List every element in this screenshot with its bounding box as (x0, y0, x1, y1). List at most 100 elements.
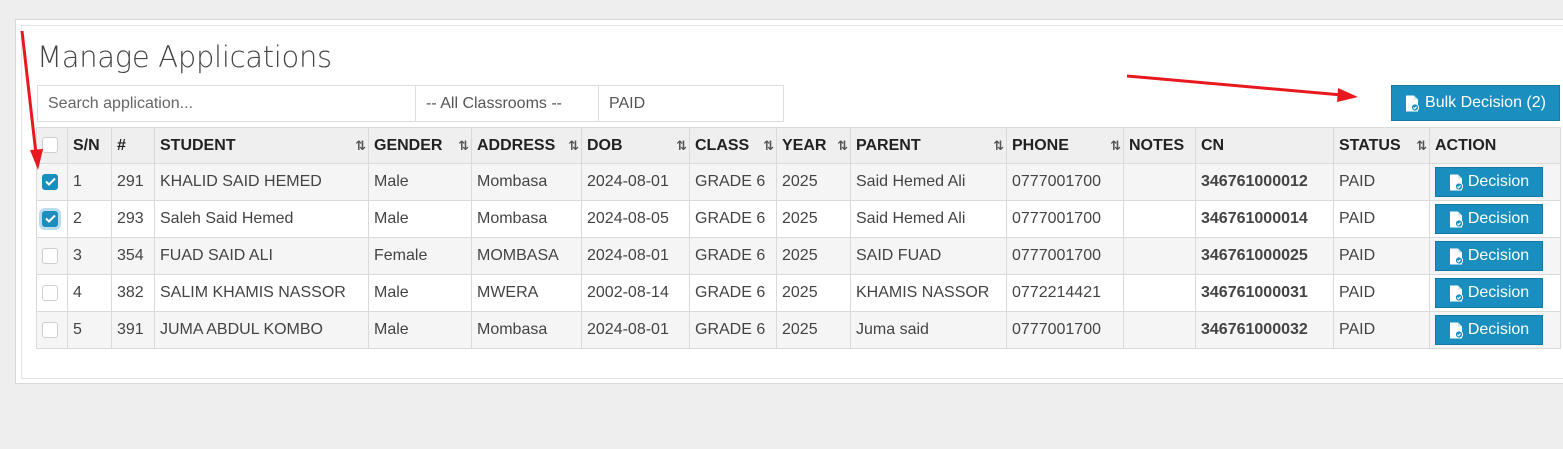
cell-dob: 2002-08-14 (581, 274, 690, 312)
column-header-year[interactable]: YEAR ⇅ (776, 127, 851, 164)
sort-arrows-icon[interactable]: ⇅ (355, 138, 366, 154)
column-header-label: PHONE (1012, 136, 1069, 154)
bulk-decision-button[interactable]: Bulk Decision (2) (1391, 85, 1560, 121)
document-check-icon (1449, 211, 1463, 228)
row-checkbox[interactable] (42, 247, 58, 264)
sort-arrows-icon[interactable]: ⇅ (676, 138, 687, 154)
table-row: 2 293 Saleh Said Hemed Male Mombasa 2024-08-0… (36, 200, 1561, 238)
row-checkbox[interactable] (42, 321, 58, 338)
status-filter-value: PAID (609, 94, 646, 112)
document-check-icon (1449, 248, 1463, 265)
row-checkbox[interactable] (42, 210, 58, 227)
cell-cn: 346761000014 (1195, 200, 1334, 238)
column-header-status[interactable]: STATUS ⇅ (1333, 127, 1430, 164)
row-checkbox[interactable] (42, 173, 58, 190)
sort-arrows-icon[interactable]: ⇅ (568, 138, 579, 154)
filter-bar: -- All Classrooms -- PAID (37, 85, 784, 122)
column-header-action: ACTION (1429, 127, 1561, 164)
cell-sn: 5 (67, 311, 112, 349)
cell-select (36, 274, 68, 312)
sort-arrows-icon[interactable]: ⇅ (763, 138, 774, 154)
sort-arrows-icon[interactable]: ⇅ (458, 138, 469, 154)
cell-action: Decision (1429, 311, 1561, 349)
cell-cn: 346761000012 (1195, 163, 1334, 201)
cell-notes (1123, 163, 1196, 201)
cell-class: GRADE 6 (689, 237, 777, 275)
cell-sn: 1 (67, 163, 112, 201)
cell-sn: 4 (67, 274, 112, 312)
column-header-label: S/N (73, 136, 100, 154)
column-header-label: GENDER (374, 136, 443, 154)
select-all-checkbox[interactable] (42, 137, 58, 154)
cell-sn: 2 (67, 200, 112, 238)
check-icon (44, 215, 56, 224)
cell-select (36, 237, 68, 275)
cell-address: Mombasa (471, 200, 582, 238)
cell-year: 2025 (776, 237, 851, 275)
cell-gender: Male (368, 311, 472, 349)
row-checkbox[interactable] (42, 284, 58, 301)
cell-action: Decision (1429, 274, 1561, 312)
cell-select (36, 163, 68, 201)
status-filter[interactable]: PAID (599, 85, 784, 122)
cell-phone: 0772214421 (1006, 274, 1124, 312)
decision-button[interactable]: Decision (1435, 204, 1543, 234)
cell-select (36, 200, 68, 238)
cell-parent: Said Hemed Ali (850, 163, 1007, 201)
cell-cn: 346761000031 (1195, 274, 1334, 312)
decision-button[interactable]: Decision (1435, 241, 1543, 271)
column-header-dob[interactable]: DOB ⇅ (581, 127, 690, 164)
cell-status: PAID (1333, 200, 1430, 238)
sort-arrows-icon[interactable]: ⇅ (1110, 138, 1121, 154)
sort-arrows-icon[interactable]: ⇅ (837, 138, 848, 154)
column-header-gender[interactable]: GENDER ⇅ (368, 127, 472, 164)
column-header-student[interactable]: STUDENT ⇅ (154, 127, 369, 164)
cell-student: SALIM KHAMIS NASSOR (154, 274, 369, 312)
cell-cn: 346761000025 (1195, 237, 1334, 275)
column-header-address[interactable]: ADDRESS ⇅ (471, 127, 582, 164)
document-check-icon (1449, 174, 1463, 191)
cell-parent: SAID FUAD (850, 237, 1007, 275)
cell-year: 2025 (776, 274, 851, 312)
column-header-cn: CN (1195, 127, 1334, 164)
cell-student: KHALID SAID HEMED (154, 163, 369, 201)
sort-arrows-icon[interactable]: ⇅ (993, 138, 1004, 154)
column-header-phone[interactable]: PHONE ⇅ (1006, 127, 1124, 164)
document-check-icon (1449, 285, 1463, 302)
column-header-parent[interactable]: PARENT ⇅ (850, 127, 1007, 164)
cell-address: MWERA (471, 274, 582, 312)
cell-class: GRADE 6 (689, 163, 777, 201)
table-row: 3 354 FUAD SAID ALI Female MOMBASA 2024-08-01… (36, 237, 1561, 275)
cell-gender: Male (368, 200, 472, 238)
classroom-select[interactable]: -- All Classrooms -- (416, 85, 599, 122)
column-header-class[interactable]: CLASS ⇅ (689, 127, 777, 164)
applications-table: S/N # STUDENT ⇅ GENDER ⇅ ADDRESS ⇅ DOB ⇅ CLASS ⇅ YEA… (36, 127, 1561, 349)
cell-id: 354 (111, 237, 155, 275)
cell-status: PAID (1333, 237, 1430, 275)
cell-address: Mombasa (471, 311, 582, 349)
cell-notes (1123, 274, 1196, 312)
decision-label: Decision (1467, 321, 1530, 338)
decision-button[interactable]: Decision (1435, 278, 1543, 308)
decision-button[interactable]: Decision (1435, 315, 1543, 345)
cell-student: FUAD SAID ALI (154, 237, 369, 275)
column-header-label: STUDENT (160, 136, 236, 154)
cell-year: 2025 (776, 163, 851, 201)
cell-student: Saleh Said Hemed (154, 200, 369, 238)
column-header-select[interactable] (36, 127, 68, 164)
decision-button[interactable]: Decision (1435, 167, 1543, 197)
cell-id: 391 (111, 311, 155, 349)
cell-class: GRADE 6 (689, 274, 777, 312)
column-header-label: NOTES (1129, 136, 1185, 154)
sort-arrows-icon[interactable]: ⇅ (1416, 138, 1427, 154)
decision-label: Decision (1467, 173, 1530, 190)
cell-parent: Said Hemed Ali (850, 200, 1007, 238)
document-check-icon (1406, 95, 1420, 112)
search-input[interactable] (37, 85, 416, 122)
classroom-select-value: -- All Classrooms -- (426, 94, 563, 112)
cell-parent: Juma said (850, 311, 1007, 349)
cell-phone: 0777001700 (1006, 163, 1124, 201)
decision-label: Decision (1467, 210, 1530, 227)
check-icon (44, 178, 56, 187)
cell-status: PAID (1333, 163, 1430, 201)
